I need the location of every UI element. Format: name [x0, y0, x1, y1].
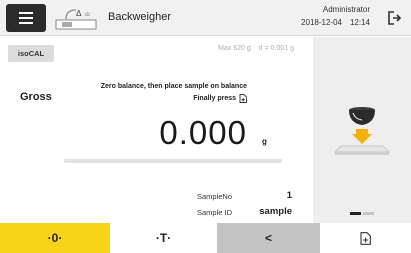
- instruction-line-2: Finally press: [193, 94, 247, 103]
- add-icon: [239, 94, 247, 103]
- menu-button[interactable]: [6, 4, 46, 32]
- svg-text:ID: ID: [85, 12, 90, 18]
- zero-button[interactable]: ·0·: [0, 223, 110, 253]
- weight-unit: g: [262, 137, 267, 146]
- page-dot-active: [350, 212, 361, 215]
- svg-text:Δ: Δ: [76, 9, 82, 18]
- hamburger-line: [19, 17, 33, 19]
- tare-button[interactable]: ·T·: [110, 223, 217, 253]
- weighing-mode-label: Gross: [20, 91, 52, 103]
- weighing-panel: isoCAL Max 620 g d = 0.001 g Gross Zero b…: [0, 37, 312, 223]
- instruction-text: Finally press: [193, 95, 236, 102]
- sample-no-value: 1: [286, 190, 292, 201]
- date-text: 2018-12-04: [301, 18, 342, 27]
- add-icon: [360, 231, 371, 245]
- add-button[interactable]: [320, 223, 411, 253]
- sample-on-balance-illustration: [334, 107, 390, 155]
- logout-button[interactable]: [377, 4, 411, 32]
- app-title: Backweigher: [108, 11, 171, 23]
- illustration-panel: [313, 37, 411, 223]
- capacity-bargraph: [64, 159, 282, 163]
- page-dot: [363, 212, 374, 215]
- top-bar: Δ ID Backweigher Administrator 2018-12-0…: [0, 0, 411, 36]
- backweigher-app-icon[interactable]: Δ ID: [54, 5, 98, 31]
- max-capacity: Max 620 g: [218, 45, 251, 52]
- isocal-button[interactable]: isoCAL: [8, 45, 54, 62]
- user-name: Administrator: [322, 5, 370, 14]
- page-indicator[interactable]: [350, 212, 374, 215]
- capacity-info: Max 620 g d = 0.001 g: [218, 45, 294, 52]
- hamburger-line: [19, 22, 33, 24]
- hamburger-line: [19, 12, 33, 14]
- sample-no-label: SampleNo: [196, 192, 232, 201]
- weight-display: 0.000: [159, 114, 247, 151]
- instruction-line-1: Zero balance, then place sample on balan…: [100, 83, 247, 90]
- back-button[interactable]: <: [217, 223, 320, 253]
- date-time: 2018-12-04 12:14: [301, 18, 370, 27]
- readability: d = 0.001 g: [258, 45, 294, 52]
- time-text: 12:14: [349, 18, 370, 27]
- sample-id-label: Sample ID: [196, 208, 232, 217]
- sample-id-value[interactable]: sample: [259, 206, 292, 217]
- logout-icon: [388, 11, 402, 25]
- softkey-bar: ·0· ·T· <: [0, 223, 411, 253]
